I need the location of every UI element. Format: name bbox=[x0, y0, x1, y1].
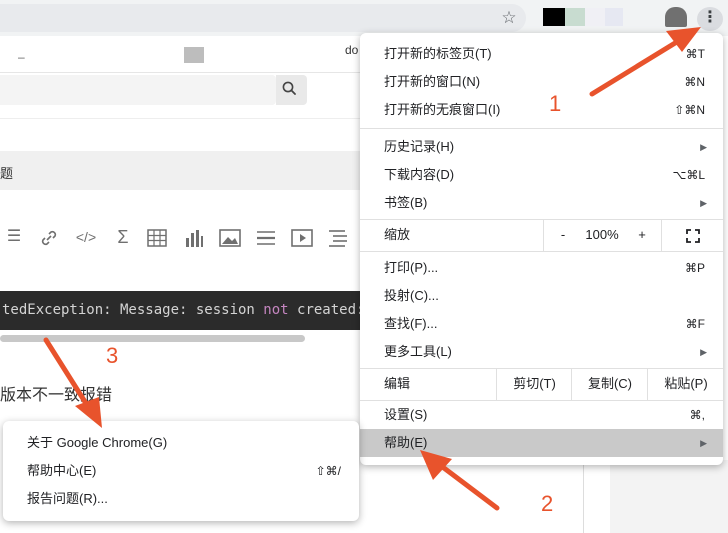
menu-item-edit: 编辑 剪切(T) 复制(C) 粘贴(P) bbox=[360, 368, 723, 400]
profile-avatar[interactable] bbox=[665, 7, 687, 27]
zoom-out-button[interactable]: - bbox=[543, 219, 582, 251]
code-block: tedException: Message: session not creat… bbox=[0, 291, 362, 330]
submenu-item-label: 帮助中心(E) bbox=[27, 463, 97, 478]
code-keyword: not bbox=[263, 302, 289, 318]
menu-item-label: 更多工具(L) bbox=[384, 344, 452, 359]
menu-item-label: 下载内容(D) bbox=[384, 167, 455, 182]
menu-item-shortcut: ⇧⌘N bbox=[674, 103, 705, 117]
menu-item-new-tab[interactable]: 打开新的标签页(T) ⌘T bbox=[360, 40, 723, 68]
search-input[interactable] bbox=[0, 75, 276, 105]
copy-button[interactable]: 复制(C) bbox=[571, 368, 648, 400]
menu-item-label: 历史记录(H) bbox=[384, 139, 455, 154]
sum-icon[interactable]: Σ bbox=[113, 226, 133, 248]
menu-item-label: 缩放 bbox=[384, 227, 411, 242]
divider bbox=[583, 460, 584, 533]
code-icon[interactable]: </> bbox=[73, 226, 99, 248]
outline-icon[interactable] bbox=[328, 229, 350, 247]
header-text: – bbox=[18, 50, 25, 64]
extension-icon[interactable] bbox=[543, 8, 565, 26]
menu-item-label: 书签(B) bbox=[384, 195, 428, 210]
title-text: 题 bbox=[0, 166, 14, 181]
search-icon bbox=[282, 81, 296, 95]
bar-chart-icon[interactable] bbox=[184, 228, 204, 248]
header-image bbox=[184, 47, 204, 63]
link-icon[interactable] bbox=[38, 228, 60, 248]
annotation-step-3: 3 bbox=[106, 343, 119, 368]
fullscreen-button[interactable] bbox=[661, 219, 724, 251]
code-text: tedException: Message: session bbox=[2, 302, 264, 318]
annotation-step-2: 2 bbox=[541, 491, 554, 516]
menu-item-label: 设置(S) bbox=[384, 407, 428, 422]
submenu-arrow-icon: ▶ bbox=[700, 438, 707, 448]
submenu-item-label: 报告问题(R)... bbox=[27, 491, 108, 506]
menu-item-downloads[interactable]: 下载内容(D) ⌥⌘L bbox=[360, 161, 723, 189]
cut-button[interactable]: 剪切(T) bbox=[496, 368, 572, 400]
fullscreen-icon bbox=[686, 228, 700, 243]
menu-item-new-window[interactable]: 打开新的窗口(N) ⌘N bbox=[360, 68, 723, 96]
sidebar-panel bbox=[610, 460, 728, 533]
menu-item-bookmarks[interactable]: 书签(B) ▶ bbox=[360, 189, 723, 217]
extension-icon[interactable] bbox=[565, 8, 585, 26]
menu-item-find[interactable]: 查找(F)... ⌘F bbox=[360, 310, 723, 338]
menu-item-zoom: 缩放 - 100% + bbox=[360, 219, 723, 251]
submenu-item-label: 关于 Google Chrome(G) bbox=[27, 435, 168, 450]
menu-separator bbox=[360, 251, 723, 252]
menu-item-print[interactable]: 打印(P)... ⌘P bbox=[360, 254, 723, 282]
menu-item-shortcut: ⌘T bbox=[685, 47, 705, 61]
menu-item-shortcut: ⌥⌘L bbox=[672, 168, 705, 182]
title-band bbox=[0, 151, 360, 190]
horizontal-rule-icon[interactable] bbox=[256, 229, 276, 247]
divider bbox=[0, 118, 360, 119]
video-icon[interactable] bbox=[291, 229, 313, 247]
menu-item-cast[interactable]: 投射(C)... bbox=[360, 282, 723, 310]
menu-item-settings[interactable]: 设置(S) ⌘, bbox=[360, 401, 723, 429]
code-scrollbar[interactable] bbox=[0, 335, 305, 342]
menu-item-new-incognito-window[interactable]: 打开新的无痕窗口(I) ⇧⌘N bbox=[360, 96, 723, 124]
submenu-item-about-chrome[interactable]: 关于 Google Chrome(G) bbox=[3, 429, 359, 457]
bulleted-list-icon[interactable]: ☰ bbox=[4, 226, 24, 248]
menu-item-shortcut: ⌘F bbox=[685, 317, 705, 331]
menu-item-label: 帮助(E) bbox=[384, 435, 428, 450]
extension-icon[interactable] bbox=[585, 8, 605, 26]
menu-separator bbox=[360, 128, 723, 129]
body-text: 版本不一致报错 bbox=[0, 387, 113, 404]
menu-item-history[interactable]: 历史记录(H) ▶ bbox=[360, 133, 723, 161]
submenu-item-shortcut: ⇧⌘/ bbox=[315, 464, 341, 478]
paste-button[interactable]: 粘贴(P) bbox=[647, 368, 724, 400]
zoom-level: 100% bbox=[585, 227, 619, 242]
bookmark-star-icon[interactable]: ☆ bbox=[499, 8, 519, 28]
menu-item-shortcut: ⌘, bbox=[689, 408, 705, 422]
submenu-item-report-issue[interactable]: 报告问题(R)... bbox=[3, 485, 359, 513]
menu-item-label: 投射(C)... bbox=[384, 288, 439, 303]
chrome-menu-button[interactable]: ⋮ bbox=[697, 7, 723, 31]
submenu-arrow-icon: ▶ bbox=[700, 142, 707, 152]
menu-item-label: 打开新的窗口(N) bbox=[384, 74, 481, 89]
menu-item-help[interactable]: 帮助(E) ▶ bbox=[360, 429, 723, 457]
menu-item-shortcut: ⌘N bbox=[684, 75, 705, 89]
menu-item-label: 打开新的标签页(T) bbox=[384, 46, 492, 61]
menu-item-shortcut: ⌘P bbox=[684, 261, 705, 275]
header-text: do bbox=[345, 43, 359, 57]
annotation-step-1: 1 bbox=[549, 91, 562, 116]
table-icon[interactable] bbox=[147, 229, 167, 247]
menu-item-label: 打开新的无痕窗口(I) bbox=[384, 102, 501, 117]
address-bar[interactable] bbox=[0, 4, 526, 32]
submenu-item-help-center[interactable]: 帮助中心(E) ⇧⌘/ bbox=[3, 457, 359, 485]
code-text: created: bbox=[288, 302, 362, 318]
menu-item-label: 编辑 bbox=[384, 376, 411, 391]
image-icon[interactable] bbox=[219, 229, 241, 247]
submenu-arrow-icon: ▶ bbox=[700, 347, 707, 357]
menu-item-label: 打印(P)... bbox=[384, 260, 439, 275]
menu-item-label: 查找(F)... bbox=[384, 316, 438, 331]
page-header bbox=[0, 36, 360, 73]
submenu-arrow-icon: ▶ bbox=[700, 198, 707, 208]
extension-icon[interactable] bbox=[605, 8, 623, 26]
zoom-in-button[interactable]: + bbox=[623, 219, 661, 251]
menu-item-more-tools[interactable]: 更多工具(L) ▶ bbox=[360, 338, 723, 366]
